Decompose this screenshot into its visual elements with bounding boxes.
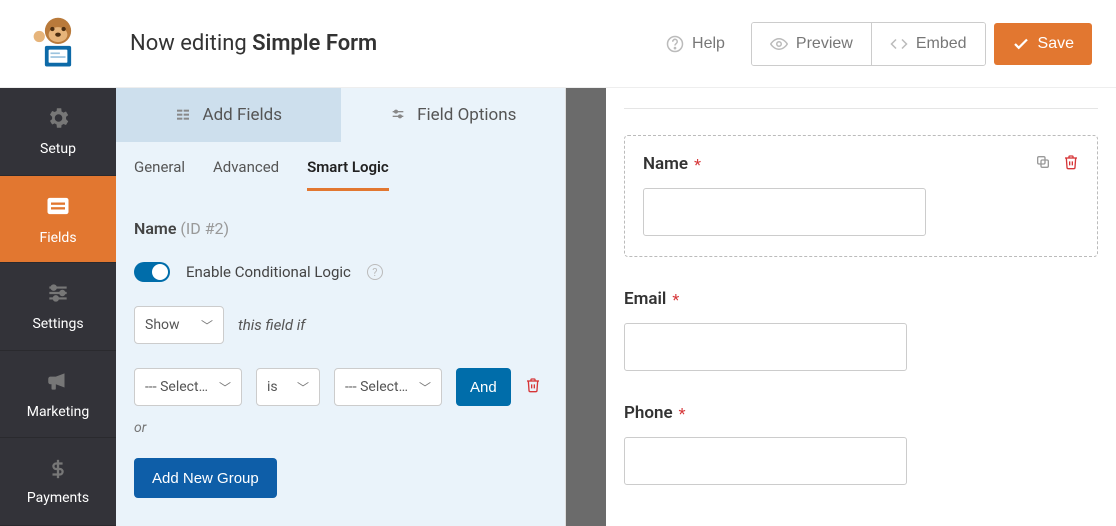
chevron-down-icon: ﹀	[219, 379, 231, 396]
preview-label: Preview	[796, 35, 853, 53]
field-block-phone[interactable]: Phone *	[624, 403, 1098, 485]
required-marker: *	[679, 404, 686, 423]
save-label: Save	[1038, 35, 1074, 53]
sidebar-item-fields[interactable]: Fields	[0, 176, 116, 264]
code-icon	[890, 35, 908, 53]
chevron-down-icon: ﹀	[297, 379, 309, 396]
help-icon	[666, 35, 684, 53]
required-marker: *	[672, 290, 679, 309]
tab-label: Field Options	[417, 105, 516, 125]
sliders-small-icon	[389, 106, 407, 124]
gear-icon	[45, 105, 71, 135]
sidebar-item-label: Fields	[39, 230, 76, 246]
page-title: Now editing Simple Form	[130, 31, 377, 56]
chevron-down-icon: ﹀	[201, 317, 213, 334]
duplicate-icon[interactable]	[1035, 154, 1051, 174]
action-select[interactable]: Show ﹀	[134, 306, 224, 344]
rule-field-select[interactable]: --- Select Field --- ﹀	[134, 368, 242, 406]
sidebar-item-payments[interactable]: Payments	[0, 438, 116, 526]
sidebar-item-label: Marketing	[27, 404, 90, 420]
preview-top-rule	[624, 108, 1098, 109]
check-icon	[1012, 35, 1030, 53]
logo	[0, 0, 116, 88]
subtab-smart-logic[interactable]: Smart Logic	[307, 158, 389, 191]
sidebar-item-marketing[interactable]: Marketing	[0, 351, 116, 439]
form-icon	[44, 192, 72, 224]
tab-label: Add Fields	[202, 105, 282, 125]
sidebar-item-settings[interactable]: Settings	[0, 263, 116, 351]
subtab-advanced[interactable]: Advanced	[213, 158, 279, 191]
divider	[566, 88, 606, 526]
embed-button[interactable]: Embed	[871, 23, 985, 65]
help-button[interactable]: Help	[648, 23, 743, 65]
subtab-general[interactable]: General	[134, 158, 185, 191]
field-label: Phone	[624, 403, 673, 423]
sidebar: Setup Fields Settings Marketing Payments	[0, 88, 116, 526]
required-marker: *	[694, 155, 701, 174]
conditional-logic-toggle[interactable]	[134, 262, 170, 282]
preview-button[interactable]: Preview	[752, 23, 871, 65]
sidebar-item-setup[interactable]: Setup	[0, 88, 116, 176]
text-input[interactable]	[624, 437, 907, 485]
rule-value-select[interactable]: --- Select Choice --- ﹀	[334, 368, 442, 406]
chevron-down-icon: ﹀	[419, 379, 431, 396]
save-button[interactable]: Save	[994, 23, 1092, 65]
options-panel: Add Fields Field Options General Advance…	[116, 88, 566, 526]
text-input[interactable]	[643, 188, 926, 236]
sidebar-item-label: Settings	[32, 316, 83, 332]
eye-icon	[770, 35, 788, 53]
condition-text: this field if	[238, 316, 305, 334]
embed-label: Embed	[916, 35, 967, 53]
field-label: Name	[643, 154, 688, 174]
rule-operator-select[interactable]: is ﹀	[256, 368, 320, 406]
help-tooltip-icon[interactable]: ?	[367, 264, 383, 280]
sliders-icon	[45, 280, 71, 310]
preview-area: Name * Email * Phone *	[606, 88, 1116, 526]
delete-rule-icon[interactable]	[525, 377, 541, 398]
field-block-email[interactable]: Email *	[624, 289, 1098, 371]
delete-field-icon[interactable]	[1063, 154, 1079, 174]
help-label: Help	[692, 35, 725, 53]
toggle-label: Enable Conditional Logic	[186, 263, 351, 281]
field-name-heading: Name (ID #2)	[134, 219, 547, 238]
field-block-name[interactable]: Name *	[624, 135, 1098, 257]
sidebar-item-label: Setup	[40, 141, 76, 157]
tab-field-options[interactable]: Field Options	[341, 88, 566, 142]
field-label: Email	[624, 289, 666, 309]
or-text: or	[134, 420, 547, 436]
tab-add-fields[interactable]: Add Fields	[116, 88, 341, 142]
add-new-group-button[interactable]: Add New Group	[134, 458, 277, 498]
text-input[interactable]	[624, 323, 907, 371]
grid-icon	[174, 106, 192, 124]
megaphone-icon	[45, 368, 71, 398]
and-button[interactable]: And	[456, 368, 511, 406]
dollar-icon	[47, 458, 69, 484]
sidebar-item-label: Payments	[27, 490, 89, 506]
